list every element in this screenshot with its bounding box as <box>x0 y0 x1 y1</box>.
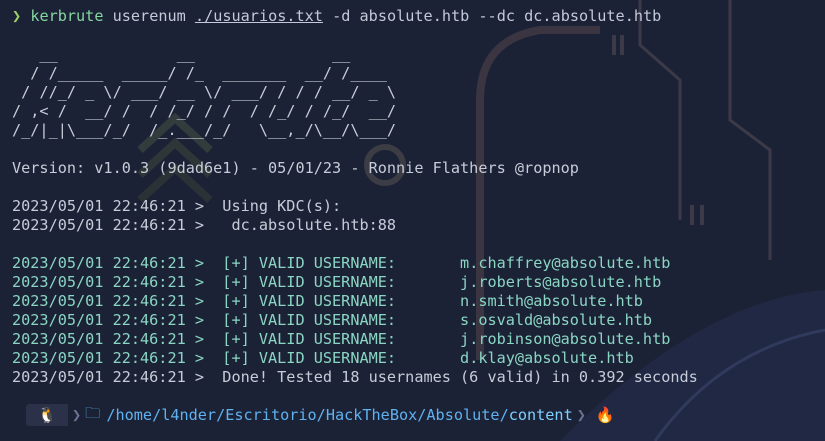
valid-username-row: 2023/05/01 22:46:21 > [+] VALID USERNAME… <box>12 254 698 273</box>
username-email: d.klay@absolute.htb <box>460 349 634 367</box>
kdc-line: 2023/05/01 22:46:21 > Using KDC(s): <box>12 197 342 215</box>
username-email: j.robinson@absolute.htb <box>460 330 671 348</box>
valid-username-label: 2023/05/01 22:46:21 > [+] VALID USERNAME… <box>12 311 461 329</box>
banner-line: /_/|_|\___/_/ /_.___/_/ \__,_/\__/\___/ <box>12 121 406 139</box>
valid-username-label: 2023/05/01 22:46:21 > [+] VALID USERNAME… <box>12 349 461 367</box>
separator-chevron-icon: ❯ <box>576 406 586 424</box>
done-line: 2023/05/01 22:46:21 > Done! Tested 18 us… <box>12 368 698 386</box>
username-email: m.chaffrey@absolute.htb <box>460 254 671 272</box>
command-subcommand: userenum <box>112 7 186 25</box>
path-segment: /Absolute <box>417 406 500 424</box>
valid-username-row: 2023/05/01 22:46:21 > [+] VALID USERNAME… <box>12 273 698 292</box>
linux-icon: 🐧 <box>26 404 68 426</box>
path-segment: /Escritorio <box>216 406 317 424</box>
version-line: Version: v1.0.3 (9dad6e1) - 05/01/23 - R… <box>12 159 579 177</box>
banner-line: __ __ __ <box>12 45 397 63</box>
command-program: kerbrute <box>30 7 104 25</box>
username-email: s.osvald@absolute.htb <box>460 311 653 329</box>
banner-line: / ,< / __/ / / /_/ / / / /_/ / /_/ __/ <box>12 102 397 120</box>
valid-username-row: 2023/05/01 22:46:21 > [+] VALID USERNAME… <box>12 311 698 330</box>
valid-username-label: 2023/05/01 22:46:21 > [+] VALID USERNAME… <box>12 292 461 310</box>
command-args: -d absolute.htb --dc dc.absolute.htb <box>332 7 662 25</box>
command-file-arg[interactable]: ./usuarios.txt <box>195 7 323 25</box>
command-line: ❯ kerbrute userenum ./usuarios.txt -d ab… <box>12 7 698 26</box>
username-email: n.smith@absolute.htb <box>460 292 643 310</box>
kdc-line: 2023/05/01 22:46:21 > dc.absolute.htb:88 <box>12 216 397 234</box>
valid-username-label: 2023/05/01 22:46:21 > [+] VALID USERNAME… <box>12 273 461 291</box>
valid-username-label: 2023/05/01 22:46:21 > [+] VALID USERNAME… <box>12 254 461 272</box>
valid-username-label: 2023/05/01 22:46:21 > [+] VALID USERNAME… <box>12 330 461 348</box>
banner-line: / //_/ _ \/ ___/ __ \/ ___/ / / / __/ _ … <box>12 83 397 101</box>
terminal-output: ❯ kerbrute userenum ./usuarios.txt -d ab… <box>12 7 698 387</box>
valid-username-row: 2023/05/01 22:46:21 > [+] VALID USERNAME… <box>12 349 698 368</box>
valid-username-row: 2023/05/01 22:46:21 > [+] VALID USERNAME… <box>12 292 698 311</box>
username-email: j.roberts@absolute.htb <box>460 273 662 291</box>
folder-icon: 🗀 <box>85 404 101 422</box>
path-segment: / <box>499 406 509 424</box>
shell-prompt-bar: 🐧 ❯ 🗀 /home/l4nder/Escritorio/HackTheBox… <box>0 402 825 428</box>
valid-username-row: 2023/05/01 22:46:21 > [+] VALID USERNAME… <box>12 330 698 349</box>
path-segment: /HackTheBox <box>316 406 418 424</box>
path-segment: /home <box>106 406 153 424</box>
current-directory-path[interactable]: 🗀 /home/l4nder/Escritorio/HackTheBox/Abs… <box>85 402 573 428</box>
fire-icon: 🔥 <box>595 406 615 424</box>
path-segment: /l4nder <box>152 406 217 424</box>
prompt-arrow-icon: ❯ <box>12 7 22 25</box>
path-text: /home/l4nder/Escritorio/HackTheBox/Absol… <box>106 406 572 424</box>
separator-chevron-icon: ❯ <box>72 406 82 424</box>
path-current-folder: content <box>508 406 573 424</box>
banner-line: / /_____ _____/ /_ _______ __/ /____ <box>12 64 397 82</box>
